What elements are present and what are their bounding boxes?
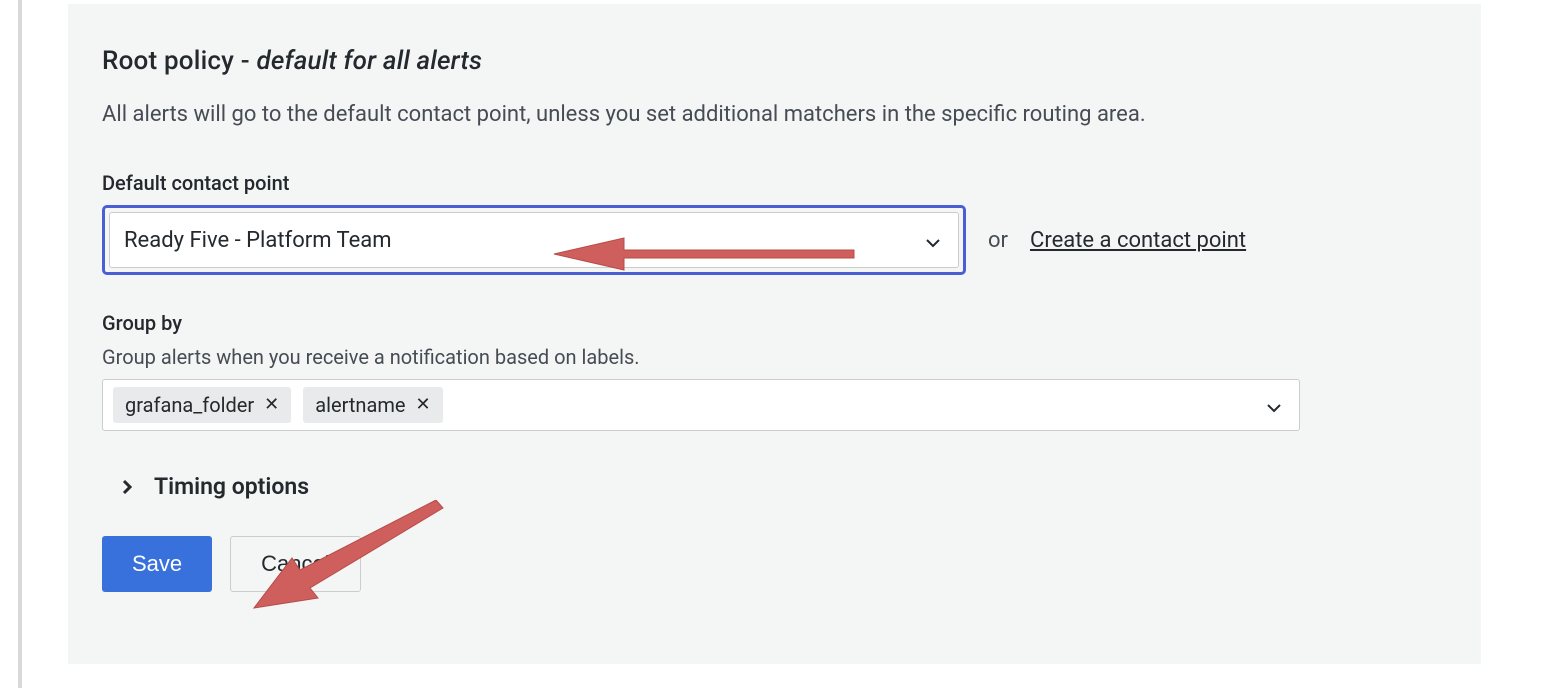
chip-grafana-folder: grafana_folder ✕ <box>113 387 291 423</box>
chip-remove-icon[interactable]: ✕ <box>416 396 431 414</box>
panel-title: Root policy - default for all alerts <box>102 46 1447 76</box>
chip-remove-icon[interactable]: ✕ <box>264 396 279 414</box>
contact-point-value: Ready Five - Platform Team <box>124 228 392 253</box>
group-by-select[interactable]: grafana_folder ✕ alertname ✕ <box>102 379 1300 431</box>
root-policy-panel: Root policy - default for all alerts All… <box>68 4 1481 664</box>
contact-point-field: Default contact point Ready Five - Platf… <box>102 171 1447 275</box>
panel-description: All alerts will go to the default contac… <box>102 98 1447 131</box>
cancel-button[interactable]: Cancel <box>230 536 360 592</box>
chevron-down-icon <box>926 233 940 247</box>
contact-point-select[interactable]: Ready Five - Platform Team <box>102 205 966 275</box>
timing-options-toggle[interactable]: Timing options <box>122 473 1447 500</box>
chip-alertname: alertname ✕ <box>303 387 442 423</box>
title-italic: default for all alerts <box>256 46 482 76</box>
create-contact-point-link[interactable]: Create a contact point <box>1030 228 1246 253</box>
chip-label: grafana_folder <box>125 393 254 417</box>
title-prefix: Root policy - <box>102 46 256 76</box>
group-by-label: Group by <box>102 311 1447 335</box>
group-by-helper: Group alerts when you receive a notifica… <box>102 345 1447 369</box>
chevron-right-icon <box>122 479 134 495</box>
chip-label: alertname <box>315 393 405 417</box>
chevron-down-icon <box>1267 398 1281 412</box>
contact-point-label: Default contact point <box>102 171 1447 195</box>
timing-options-label: Timing options <box>154 473 309 500</box>
save-button[interactable]: Save <box>102 536 212 592</box>
or-text: or <box>988 228 1008 253</box>
group-by-field: Group by Group alerts when you receive a… <box>102 311 1447 431</box>
